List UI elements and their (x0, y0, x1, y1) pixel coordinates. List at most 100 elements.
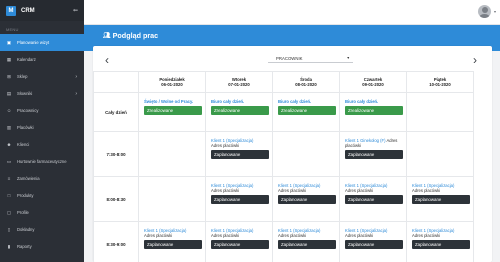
next-week-button[interactable]: › (473, 54, 477, 66)
sidebar-item-label: Klienci (17, 142, 30, 147)
chevron-down-icon[interactable]: ▾ (494, 9, 496, 14)
sidebar-item[interactable]: ▥ Placówki (0, 119, 84, 136)
schedule-cell[interactable]: Klient 1 (Specjalizacja) Adres placówki Za… (205, 221, 273, 262)
chevron-right-icon: › (75, 73, 77, 80)
event-title[interactable]: Biuro cały dzień. (345, 99, 403, 104)
time-column-header (93, 71, 139, 93)
chart-icon: ▮ (7, 243, 11, 249)
schedule-cell[interactable]: Klient 1 (Specjalizacja) Adres placówki Za… (272, 221, 340, 262)
previous-week-button[interactable]: ‹ (105, 54, 109, 66)
brand-name[interactable]: CRM (21, 8, 73, 14)
schedule-cell[interactable]: Klient 1 (Specjalizacja) Adres placówki Za… (339, 176, 407, 222)
status-badge[interactable]: Zaplanowane (211, 240, 269, 250)
status-badge[interactable]: Zaplanowane (412, 195, 470, 205)
sidebar-menu: ▣ Planowanie wizyt ▦ Kalendarz ⊞ Sklep › ▤ Słown… (0, 34, 84, 255)
sidebar-item-label: Profile (17, 210, 29, 215)
clinic-address: Adres placówki (412, 188, 441, 194)
sidebar-item[interactable]: ▤ Słowniki › (0, 85, 84, 102)
schedule-cell[interactable] (272, 131, 340, 177)
schedule-cell[interactable]: Klient 1 (Specjalizacja) Adres placówki Za… (272, 176, 340, 222)
schedule-cell[interactable] (138, 176, 206, 222)
clinic-address: Adres placówki (211, 143, 240, 149)
clinic-address: Adres placówki (211, 188, 240, 194)
calendar-icon: ▦ (6, 56, 12, 62)
schedule-cell[interactable]: Klient 1 (Specjalizacja) Adres placówki Za… (205, 131, 273, 177)
schedule-row: Cały dzień Święto / Wolne od Pracy. Zreali… (93, 92, 474, 132)
sidebar-item[interactable]: □ Produkty (0, 187, 84, 204)
status-badge[interactable]: Zrealizowane (144, 106, 202, 116)
day-header: Środa 08-01-2020 (272, 71, 340, 93)
day-date: 07-01-2020 (228, 82, 250, 88)
event-title[interactable]: Biuro cały dzień. (278, 99, 336, 104)
sidebar-item[interactable]: ▢ Profile (0, 204, 84, 221)
status-badge[interactable]: Zrealizowane (211, 106, 269, 116)
status-badge[interactable]: Zaplanowane (345, 150, 403, 160)
event-title-text: Biuro cały dzień. (211, 99, 245, 104)
schedule-header-row: Poniedziałek 06-01-2020 Wtorek 07-01-2020 … (93, 71, 474, 93)
event-title[interactable]: Święto / Wolne od Pracy. (144, 99, 202, 104)
day-date: 06-01-2020 (161, 82, 183, 88)
user-icon: ☺ (6, 108, 12, 113)
chevron-down-icon: ▼ (346, 56, 350, 60)
status-badge[interactable]: Zrealizowane (278, 106, 336, 116)
clinic-address: Adres placówki (345, 233, 374, 239)
sidebar-item-label: Pracownicy (17, 108, 39, 113)
doc-icon: ▯ (7, 226, 11, 232)
schedule-cell[interactable]: Klient 1 (Specjalizacja) Adres placówki Za… (138, 221, 206, 262)
status-badge[interactable]: Zaplanowane (345, 195, 403, 205)
status-badge[interactable]: Zaplanowane (278, 240, 336, 250)
schedule-cell[interactable]: Klient 1 (Specjalizacja) Adres placówki Za… (406, 176, 474, 222)
schedule-row: 8:30-9:00 Klient 1 (Specjalizacja) Adres p… (93, 221, 474, 262)
sidebar-item[interactable]: ▣ Planowanie wizyt (0, 34, 84, 51)
sidebar: M CRM ⇚ MENU ▣ Planowanie wizyt ▦ Kalendarz… (0, 0, 84, 262)
client-specialization: Ginekolog (F) (360, 138, 386, 143)
schedule-cell[interactable]: Klient 1 (Specjalizacja) Adres placówki Za… (339, 221, 407, 262)
day-header: Czwartek 09-01-2020 (339, 71, 407, 93)
id-card-icon: ▢ (6, 209, 12, 215)
sidebar-item[interactable]: ▮ Raporty (0, 238, 84, 255)
client-link[interactable]: Klient 1 Ginekolog (F) Adres placówki (345, 138, 403, 148)
schedule-cell[interactable]: Biuro cały dzień. Zrealizowane (339, 92, 407, 132)
schedule-cell[interactable]: Biuro cały dzień. Zrealizowane (205, 92, 273, 132)
sidebar-item[interactable]: ☺ Pracownicy (0, 102, 84, 119)
time-slot-label: 8:00-8:30 (93, 176, 139, 222)
box-icon: □ (7, 193, 11, 198)
status-badge[interactable]: Zaplanowane (144, 240, 202, 250)
schedule-cell[interactable] (406, 131, 474, 177)
schedule-cell[interactable]: Klient 1 Ginekolog (F) Adres placówki Zap… (339, 131, 407, 177)
sidebar-item-label: Kalendarz (17, 57, 36, 62)
sidebar-item[interactable]: ▭ Hurtownie farmaceutyczne (0, 153, 84, 170)
schedule-cell[interactable]: Biuro cały dzień. Zrealizowane (272, 92, 340, 132)
status-badge[interactable]: Zaplanowane (345, 240, 403, 250)
sidebar-item[interactable]: ▦ Kalendarz (0, 51, 84, 68)
status-badge[interactable]: Zrealizowane (345, 106, 403, 116)
clinic-address: Adres placówki (345, 188, 374, 194)
avatar[interactable] (478, 5, 491, 18)
schedule-cell[interactable]: Klient 1 (Specjalizacja) Adres placówki Za… (205, 176, 273, 222)
status-badge[interactable]: Zaplanowane (412, 240, 470, 250)
menu-header: MENU (6, 27, 19, 32)
schedule-cell[interactable] (138, 131, 206, 177)
brand-logo[interactable]: M (6, 5, 16, 16)
sidebar-item-label: Planowanie wizyt (17, 40, 50, 45)
schedule-cell[interactable]: Święto / Wolne od Pracy. Zrealizowane (138, 92, 206, 132)
schedule-card: ‹ PRACOWNIK ▼ › Poniedziałek 06-01-2020 W… (93, 46, 492, 262)
event-title[interactable]: Biuro cały dzień. (211, 99, 269, 104)
sidebar-item[interactable]: ☻ Klienci (0, 136, 84, 153)
list-icon: ≡ (7, 176, 11, 181)
sidebar-item[interactable]: ⊞ Sklep › (0, 68, 84, 85)
employee-select[interactable]: PRACOWNIK ▼ (268, 54, 353, 63)
sidebar-item[interactable]: ▯ Dokładny (0, 221, 84, 238)
status-badge[interactable]: Zaplanowane (211, 195, 269, 205)
status-badge[interactable]: Zaplanowane (278, 195, 336, 205)
sidebar-item-label: Słowniki (17, 91, 33, 96)
sidebar-item-label: Produkty (17, 193, 34, 198)
menu-toggle-icon[interactable]: ⇚ (73, 7, 78, 14)
schedule-cell[interactable]: Klient 1 (Specjalizacja) Adres placówki Za… (406, 221, 474, 262)
sidebar-item-label: Zamówienia (17, 176, 40, 181)
sidebar-item[interactable]: ≡ Zamówienia (0, 170, 84, 187)
schedule-cell[interactable] (406, 92, 474, 132)
status-badge[interactable]: Zaplanowane (211, 150, 269, 160)
day-header: Piątek 10-01-2020 (406, 71, 474, 93)
book-icon: ▤ (6, 90, 12, 96)
